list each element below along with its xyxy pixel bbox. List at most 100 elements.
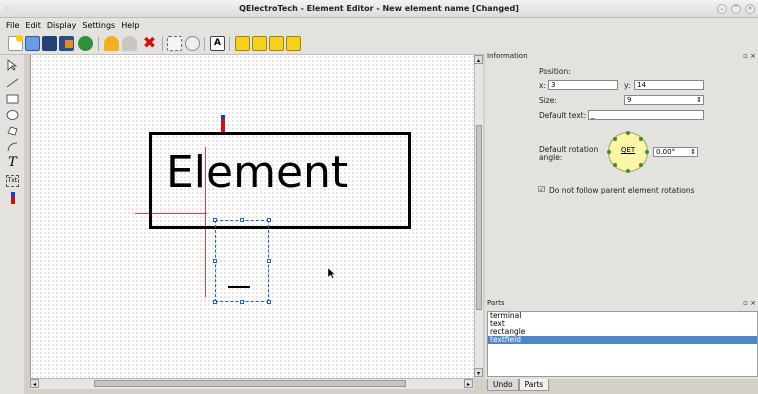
select-all-icon[interactable] xyxy=(167,36,182,51)
textfield-part-selection[interactable] xyxy=(215,220,269,302)
send-back-icon[interactable] xyxy=(286,36,301,51)
rotation-spin-arrows[interactable]: ⇕ xyxy=(690,148,696,156)
dial-notch xyxy=(613,163,617,167)
element-editor-canvas[interactable]: Element xyxy=(30,55,474,378)
parts-panel-header: Parts ▫ × xyxy=(485,299,758,309)
rotation-dial-label: QET xyxy=(620,146,636,154)
window-titlebar: ◦ QElectroTech - Element Editor - New el… xyxy=(0,0,758,18)
close-window-button[interactable]: × xyxy=(745,4,755,14)
resize-handle[interactable] xyxy=(267,259,271,263)
save-as-icon[interactable] xyxy=(59,36,74,51)
x-label: x: xyxy=(539,81,546,90)
toolbar-separator xyxy=(98,37,99,51)
dial-notch xyxy=(626,131,630,135)
reload-icon[interactable] xyxy=(78,36,93,51)
vertical-scroll-thumb[interactable] xyxy=(476,125,482,310)
delete-icon[interactable]: ✖ xyxy=(142,35,157,51)
textfield-content xyxy=(228,286,250,288)
resize-handle[interactable] xyxy=(240,218,244,222)
pointer-icon[interactable] xyxy=(6,59,19,71)
tool-palette: T Txt xyxy=(0,55,24,394)
maximize-button[interactable]: ^ xyxy=(731,4,741,14)
element-text-part[interactable]: Element xyxy=(166,148,348,198)
y-input[interactable]: 14 xyxy=(634,80,704,90)
parts-panel: Parts ▫ × terminal text rectangle textfi… xyxy=(485,299,758,379)
tab-parts[interactable]: Parts xyxy=(518,379,550,391)
resize-handle[interactable] xyxy=(213,259,217,263)
redo-icon[interactable] xyxy=(122,36,137,51)
size-label: Size: xyxy=(539,96,557,105)
toolbar-separator xyxy=(162,37,163,51)
save-icon[interactable] xyxy=(42,36,57,51)
rotation-angle-spinbox[interactable]: 0.00° ⇕ xyxy=(653,147,698,157)
bring-front-icon[interactable] xyxy=(269,36,284,51)
dial-notch xyxy=(607,150,611,154)
textfield-icon[interactable]: Txt xyxy=(6,175,19,187)
terminal-icon[interactable] xyxy=(11,192,15,204)
menu-file[interactable]: File xyxy=(6,21,19,30)
polygon-icon[interactable] xyxy=(6,125,19,137)
size-spin-arrows[interactable]: ⇕ xyxy=(696,96,702,104)
dial-notch xyxy=(613,137,617,141)
resize-handle[interactable] xyxy=(267,300,271,304)
dial-notch xyxy=(626,169,630,173)
resize-handle[interactable] xyxy=(213,300,217,304)
toolbar-separator xyxy=(229,37,230,51)
canvas-vertical-scrollbar[interactable]: ▴ ▾ xyxy=(474,55,483,378)
default-text-input[interactable]: _ xyxy=(588,110,704,120)
lower-icon[interactable] xyxy=(252,36,267,51)
information-panel-header: Information ▫ × xyxy=(485,52,758,62)
default-text-label: Default text: xyxy=(539,111,587,120)
menubar: File Edit Display Settings Help xyxy=(0,18,758,33)
list-item-selected[interactable]: textfield xyxy=(488,336,757,344)
toolbar-separator xyxy=(204,37,205,51)
parts-list: terminal text rectangle textfield xyxy=(487,311,758,377)
menu-help[interactable]: Help xyxy=(121,21,139,30)
line-icon[interactable] xyxy=(6,77,19,89)
size-spinbox[interactable]: 9 ⇕ xyxy=(624,95,704,105)
size-value: 9 xyxy=(627,96,632,104)
rotation-angle-value: 0.00° xyxy=(656,148,676,156)
resize-handle[interactable] xyxy=(240,300,244,304)
position-label: Position: xyxy=(539,67,571,76)
horizontal-scroll-thumb[interactable] xyxy=(94,380,406,387)
resize-handle[interactable] xyxy=(213,218,217,222)
open-icon[interactable] xyxy=(25,36,40,51)
menu-edit[interactable]: Edit xyxy=(25,21,41,30)
follow-rotation-label: Do not follow parent element rotations xyxy=(549,186,695,195)
text-icon[interactable]: T xyxy=(6,156,19,169)
arc-icon[interactable] xyxy=(6,141,19,153)
raise-icon[interactable] xyxy=(235,36,250,51)
new-icon[interactable] xyxy=(8,35,23,51)
scroll-up-button[interactable]: ▴ xyxy=(474,55,483,64)
y-label: y: xyxy=(624,81,631,90)
follow-rotation-checkbox[interactable]: ☑ xyxy=(538,185,545,194)
tab-undo[interactable]: Undo xyxy=(487,379,519,391)
dial-notch xyxy=(639,163,643,167)
scroll-left-button[interactable]: ◂ xyxy=(30,379,39,388)
menu-display[interactable]: Display xyxy=(47,21,77,30)
minimize-button[interactable]: ⌄ xyxy=(717,4,727,14)
resize-handle[interactable] xyxy=(267,218,271,222)
information-panel-title: Information xyxy=(487,52,528,60)
menu-settings[interactable]: Settings xyxy=(82,21,115,30)
ellipse-icon[interactable] xyxy=(6,109,19,121)
rectangle-icon[interactable] xyxy=(6,93,19,105)
undo-icon[interactable] xyxy=(104,36,119,51)
panel-float-close-icons[interactable]: ▫ × xyxy=(743,299,756,307)
scroll-right-button[interactable]: ▸ xyxy=(464,379,473,388)
x-input[interactable]: 3 xyxy=(548,80,618,90)
scroll-down-button[interactable]: ▾ xyxy=(474,368,483,377)
list-item[interactable]: terminal xyxy=(488,312,757,320)
terminal-part[interactable] xyxy=(221,115,225,133)
edit-names-icon[interactable]: A xyxy=(210,36,225,51)
rotation-dial[interactable]: QET xyxy=(607,131,649,173)
panel-float-close-icons[interactable]: ▫ × xyxy=(743,52,756,60)
canvas-horizontal-scrollbar[interactable]: ◂ ▸ xyxy=(30,378,474,389)
list-item[interactable]: text xyxy=(488,320,757,328)
information-panel: Information ▫ × Position: x: 3 y: 14 Siz… xyxy=(485,52,758,299)
list-item[interactable]: rectangle xyxy=(488,328,757,336)
zoom-icon[interactable] xyxy=(185,36,200,51)
window-title: QElectroTech - Element Editor - New elem… xyxy=(239,4,519,13)
mouse-cursor-icon xyxy=(328,268,336,279)
